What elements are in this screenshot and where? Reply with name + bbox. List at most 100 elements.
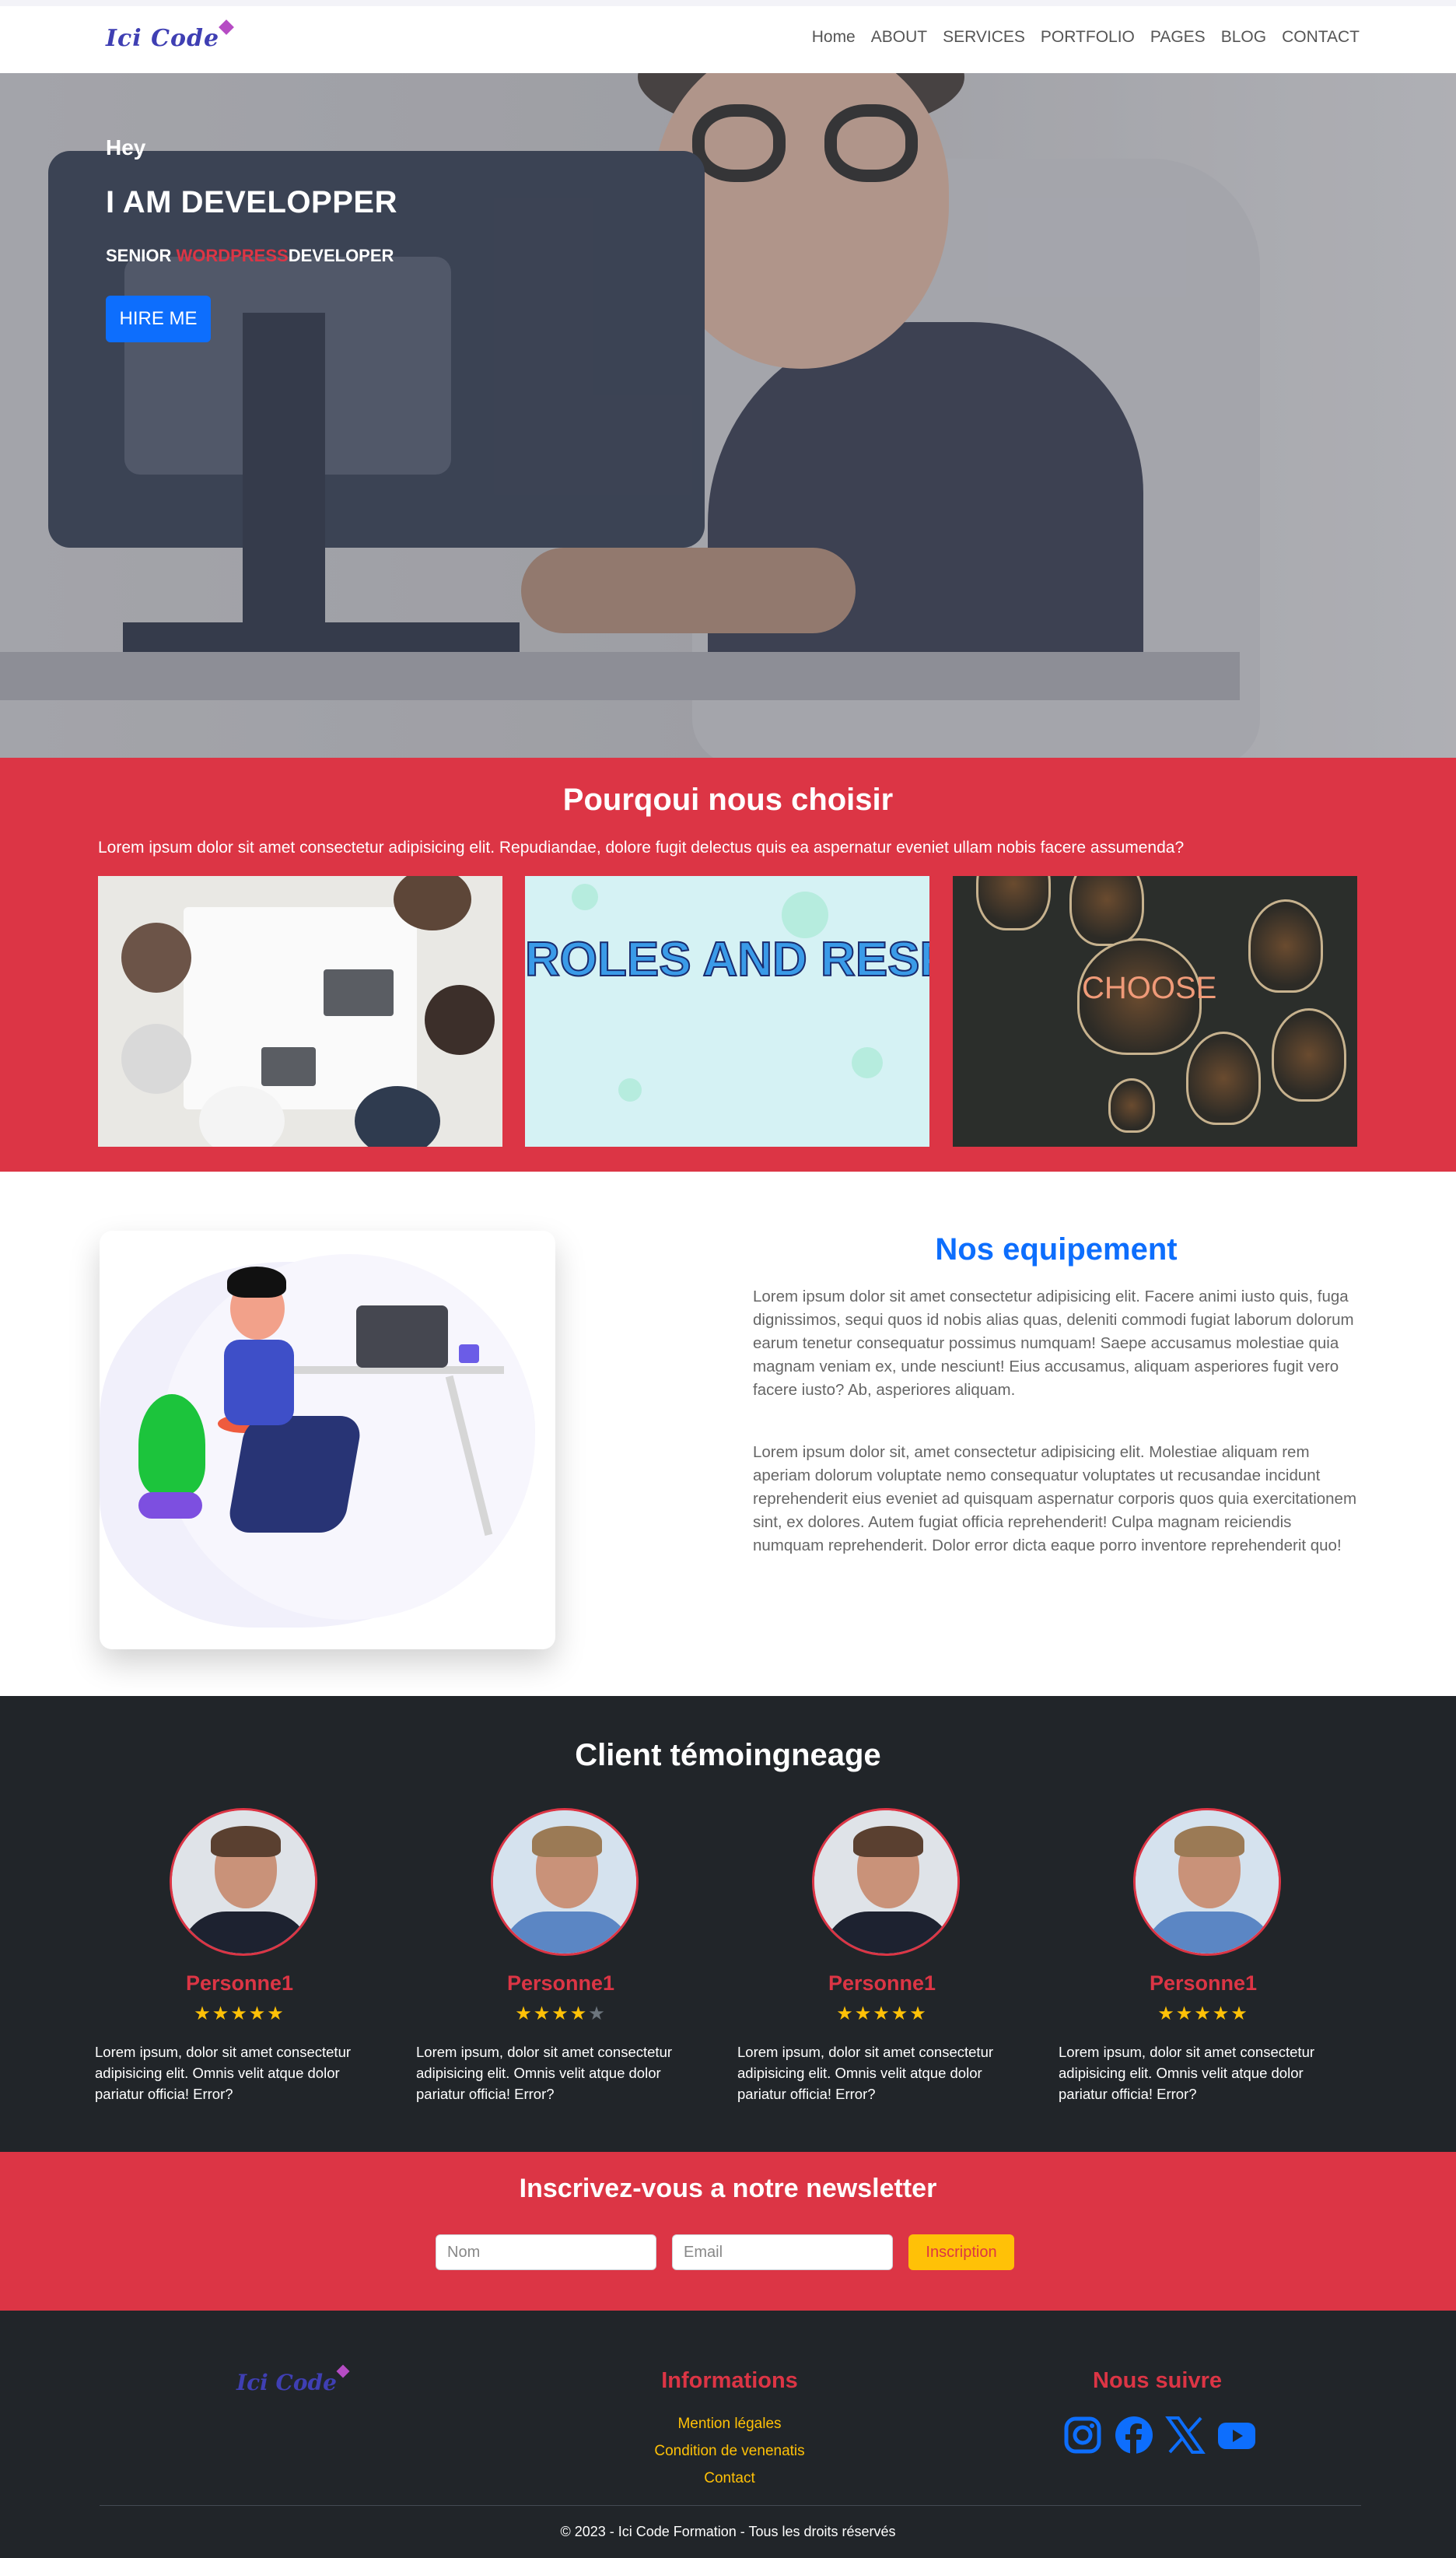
avatar-hair: [853, 1826, 923, 1857]
instagram-icon[interactable]: [1062, 2415, 1103, 2455]
plant-pot: [138, 1492, 202, 1519]
equipment-illustration-card: [100, 1231, 555, 1649]
star-filled-icon: ★: [836, 2003, 855, 2024]
hero-subtitle: SENIOR WORDPRESSDEVELOPER: [106, 246, 394, 266]
star-filled-icon: ★: [551, 2003, 570, 2024]
avatar-hair: [211, 1826, 281, 1857]
person-shape: [425, 985, 495, 1055]
navbar: Ici Code Home ABOUT SERVICES PORTFOLIO P…: [0, 6, 1456, 73]
social-links: [1062, 2415, 1257, 2455]
hire-me-button[interactable]: HIRE ME: [106, 296, 211, 342]
brand-logo-text: Ici Code: [106, 25, 220, 52]
avatar: [812, 1808, 960, 1956]
youtube-icon[interactable]: [1216, 2415, 1257, 2455]
footer-divider: [100, 2505, 1361, 2506]
star-filled-icon: ★: [1212, 2003, 1231, 2024]
testimonial-card: Personne1 ★★★★★ Lorem ipsum, dolor sit a…: [737, 1808, 1027, 2135]
star-filled-icon: ★: [854, 2003, 873, 2024]
nav-pages[interactable]: PAGES: [1150, 28, 1206, 47]
team-meeting-image: [98, 876, 502, 1147]
star-filled-icon: ★: [248, 2003, 268, 2024]
footer-logo[interactable]: Ici Code: [236, 2364, 350, 2395]
testimonial-name: Personne1: [1149, 1971, 1258, 1995]
why-section: Pourqoui nous choisir Lorem ipsum dolor …: [0, 758, 1456, 1172]
star-rating: ★★★★★: [737, 2003, 1027, 2024]
newsletter-title: Inscrivez-vous a notre newsletter: [519, 2174, 937, 2203]
testimonial-name: Personne1: [506, 1971, 615, 1995]
footer-follow-title: Nous suivre: [1093, 2368, 1222, 2393]
star-filled-icon: ★: [230, 2003, 249, 2024]
choose-image-text: CHOOSE: [1082, 971, 1217, 1005]
star-filled-icon: ★: [1230, 2003, 1249, 2024]
footer-link-contact[interactable]: Contact: [574, 2465, 885, 2492]
testimonial-text: Lorem ipsum, dolor sit amet consectetur …: [95, 2044, 352, 2102]
name-input[interactable]: [436, 2234, 656, 2270]
testimonial-text: Lorem ipsum, dolor sit amet consectetur …: [1059, 2044, 1315, 2102]
network-dot: [782, 892, 828, 938]
why-title: Pourqoui nous choisir: [562, 783, 894, 817]
bulb-shape: [1186, 1032, 1261, 1125]
footer-link-legal[interactable]: Mention légales: [574, 2410, 885, 2437]
bulb-shape: [1108, 1078, 1155, 1133]
roles-image: ROLES AND RESPONSIBILITIES: [525, 876, 929, 1147]
hero-section: Hey I AM DEVELOPPER SENIOR WORDPRESSDEVE…: [0, 73, 1456, 758]
nav-about[interactable]: ABOUT: [871, 28, 927, 47]
mug-illustration: [459, 1344, 479, 1363]
testimonial-name: Personne1: [185, 1971, 294, 1995]
avatar-hair: [1174, 1826, 1244, 1857]
star-filled-icon: ★: [212, 2003, 231, 2024]
bulb-shape: [1272, 1008, 1346, 1102]
footer-logo-text: Ici Code: [236, 2370, 337, 2395]
brand-logo[interactable]: Ici Code: [106, 19, 234, 52]
testimonial-card: Personne1 ★★★★★ Lorem ipsum, dolor sit a…: [95, 1808, 384, 2135]
equipment-paragraph: Lorem ipsum dolor sit amet consectetur a…: [753, 1288, 1354, 1399]
email-input[interactable]: [672, 2234, 893, 2270]
footer: Ici Code Informations Mention légales Co…: [0, 2311, 1456, 2558]
star-filled-icon: ★: [873, 2003, 891, 2024]
logo-gem-icon: [336, 2364, 350, 2378]
star-filled-icon: ★: [515, 2003, 534, 2024]
testimonial-card: Personne1 ★★★★★ Lorem ipsum, dolor sit a…: [1059, 1808, 1348, 2135]
network-dot: [852, 1047, 883, 1078]
nav-portfolio[interactable]: PORTFOLIO: [1041, 28, 1135, 47]
hero-subtitle-suffix: DEVELOPER: [288, 246, 394, 265]
main-menu: Home ABOUT SERVICES PORTFOLIO PAGES BLOG…: [812, 28, 1360, 47]
star-empty-icon: ★: [588, 2003, 607, 2024]
nav-home[interactable]: Home: [812, 28, 856, 47]
testimonials-section: Client témoingneage Personne1 ★★★★★ Lore…: [0, 1696, 1456, 2152]
top-strip: [0, 0, 1456, 6]
star-rating: ★★★★★: [1059, 2003, 1348, 2024]
hero-greeting: Hey: [106, 135, 146, 159]
laptop-illustration: [356, 1305, 448, 1368]
hero-subtitle-prefix: SENIOR: [106, 246, 177, 265]
newsletter-section: Inscrivez-vous a notre newsletter Inscri…: [0, 2152, 1456, 2311]
person-hair: [227, 1267, 286, 1298]
person-shape: [121, 923, 191, 993]
laptop-shape: [324, 969, 394, 1016]
copyright-text: © 2023 - Ici Code Formation - Tous les d…: [560, 2524, 896, 2539]
testimonial-name: Personne1: [828, 1971, 936, 1995]
network-dot: [572, 884, 598, 910]
bulb-shape: [1069, 876, 1144, 946]
roles-image-text: ROLES AND RESPONSIBILITIES: [525, 932, 929, 987]
avatar-hair: [532, 1826, 602, 1857]
star-filled-icon: ★: [267, 2003, 285, 2024]
hero-title: I AM DEVELOPPER: [106, 185, 397, 219]
nav-blog[interactable]: BLOG: [1221, 28, 1266, 47]
testimonial-text: Lorem ipsum, dolor sit amet consectetur …: [416, 2044, 673, 2102]
logo-gem-icon: [219, 19, 234, 35]
nav-contact[interactable]: CONTACT: [1282, 28, 1360, 47]
x-icon[interactable]: [1165, 2415, 1206, 2455]
facebook-icon[interactable]: [1114, 2415, 1154, 2455]
footer-links: Mention légales Condition de venenatis C…: [574, 2410, 885, 2492]
star-filled-icon: ★: [1157, 2003, 1176, 2024]
footer-link-conditions[interactable]: Condition de venenatis: [574, 2437, 885, 2465]
nav-services[interactable]: SERVICES: [943, 28, 1025, 47]
hero-overlay: [0, 73, 1456, 758]
subscribe-button[interactable]: Inscription: [908, 2234, 1014, 2270]
star-filled-icon: ★: [194, 2003, 212, 2024]
testimonials-title: Client témoingneage: [575, 1738, 881, 1772]
avatar: [1133, 1808, 1281, 1956]
person-shape: [355, 1086, 440, 1147]
star-filled-icon: ★: [1194, 2003, 1213, 2024]
